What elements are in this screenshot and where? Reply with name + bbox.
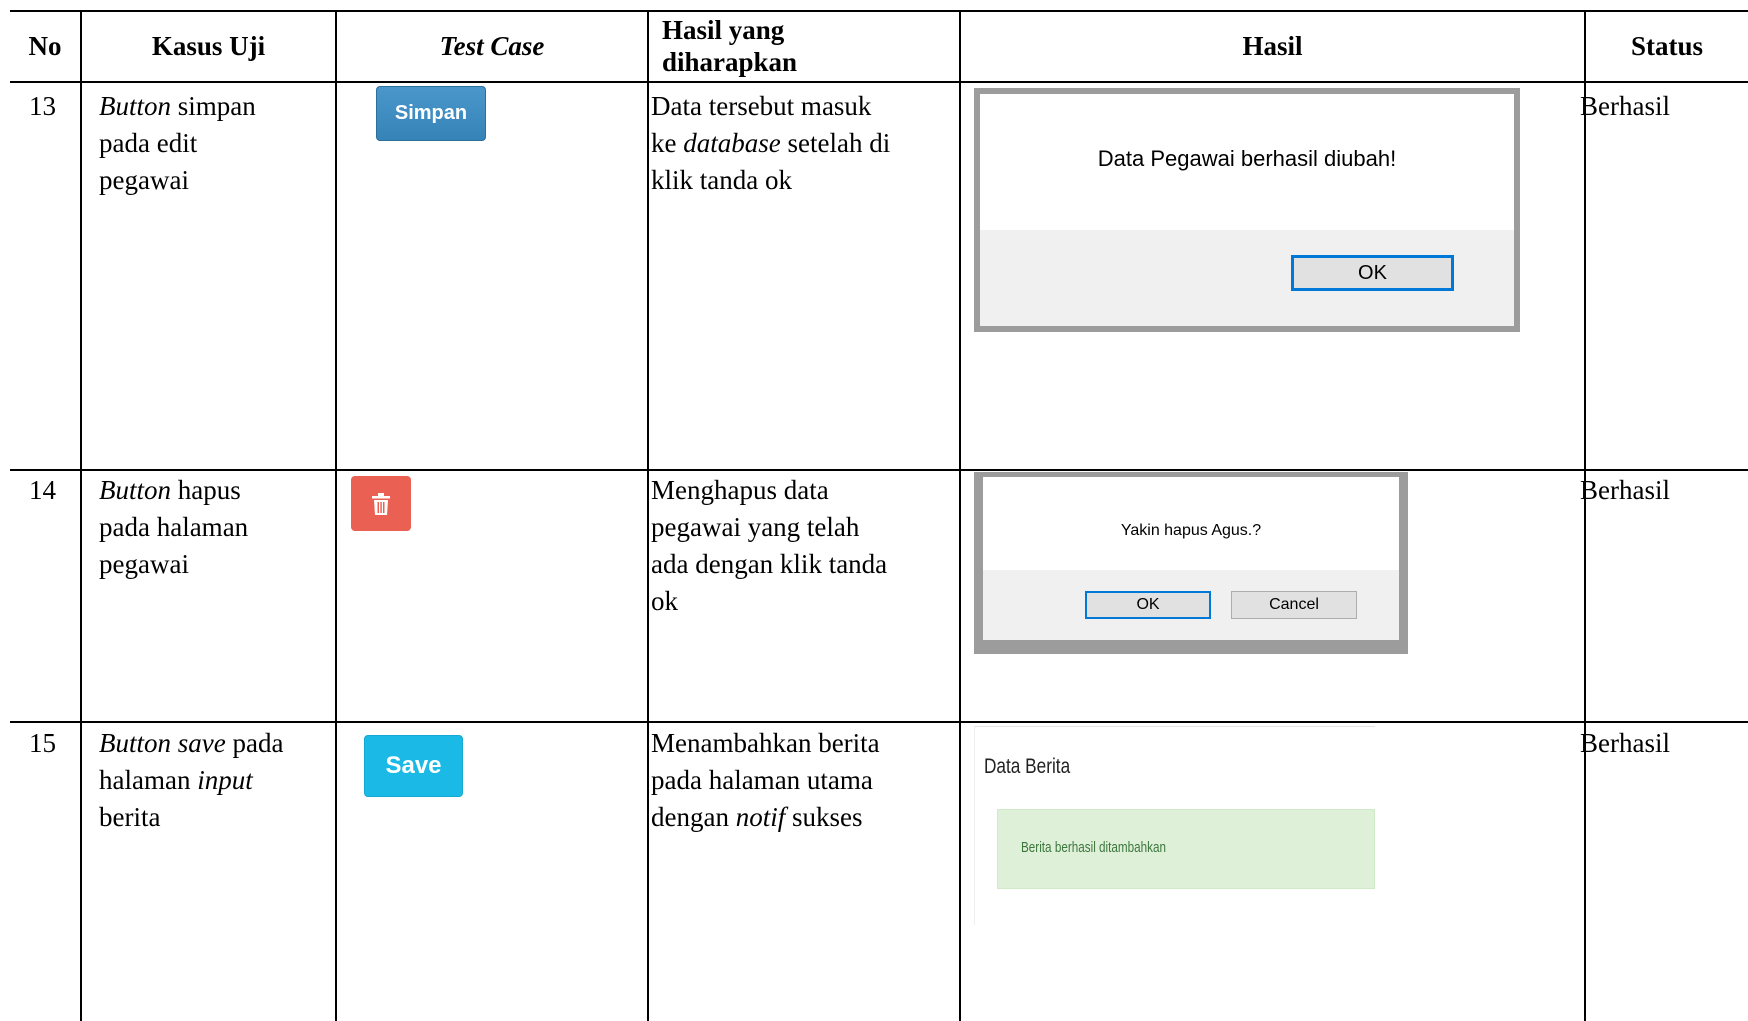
dialog-message: Data Pegawai berhasil diubah!: [1097, 146, 1397, 171]
data-berita-panel: Data Berita Berita berhasil ditambahkan: [974, 726, 1375, 925]
edit-success-dialog: Data Pegawai berhasil diubah! OK: [974, 88, 1520, 332]
status-text: Berhasil: [1580, 91, 1670, 121]
header-status: Status: [1630, 31, 1704, 61]
kasus-uji-text: Button save pada halaman input berita: [99, 728, 284, 832]
header-no: No: [28, 31, 62, 61]
row-divider: [10, 469, 1748, 471]
column-divider: [647, 10, 649, 1021]
success-alert: Berita berhasil ditambahkan: [997, 809, 1375, 889]
panel-title: Data Berita: [984, 755, 1071, 778]
status-text: Berhasil: [1580, 728, 1670, 758]
header-hasil-diharapkan: Hasil yang diharapkan: [662, 15, 798, 77]
row-number: 15: [29, 728, 56, 758]
header-hasil: Hasil: [1242, 31, 1303, 61]
expected-result-text: Menghapus data pegawai yang telah ada de…: [651, 475, 888, 616]
trash-icon: [372, 492, 390, 515]
column-divider: [80, 10, 82, 1021]
ok-button[interactable]: OK: [1085, 591, 1211, 619]
row-number: 14: [29, 475, 56, 505]
table-border-top: [10, 10, 1748, 12]
ok-button[interactable]: OK: [1291, 255, 1454, 291]
kasus-uji-text: Button hapus pada halaman pegawai: [99, 475, 249, 579]
header-kasus-uji: Kasus Uji: [151, 31, 266, 61]
row-number: 13: [29, 91, 56, 121]
alert-text: Berita berhasil ditambahkan: [1021, 839, 1167, 856]
row-divider: [10, 721, 1748, 723]
simpan-button[interactable]: Simpan: [376, 86, 486, 141]
column-divider: [959, 10, 961, 1021]
dialog-message: Yakin hapus Agus.?: [1120, 522, 1262, 539]
dialog-footer: OK: [980, 230, 1514, 326]
header-divider: [10, 81, 1748, 83]
hapus-button[interactable]: [351, 476, 411, 531]
cancel-button[interactable]: Cancel: [1231, 591, 1357, 619]
header-test-case: Test Case: [439, 31, 545, 61]
expected-result-text: Menambahkan berita pada halaman utama de…: [651, 728, 880, 832]
expected-result-text: Data tersebut masuk ke database setelah …: [651, 91, 891, 195]
dialog-footer: OK Cancel: [983, 570, 1399, 640]
status-text: Berhasil: [1580, 475, 1670, 505]
column-divider: [335, 10, 337, 1021]
save-button[interactable]: Save: [364, 735, 463, 797]
kasus-uji-text: Button simpan pada edit pegawai: [99, 91, 256, 195]
delete-confirm-dialog: Yakin hapus Agus.? OK Cancel: [974, 472, 1408, 654]
column-divider: [1584, 10, 1586, 1021]
